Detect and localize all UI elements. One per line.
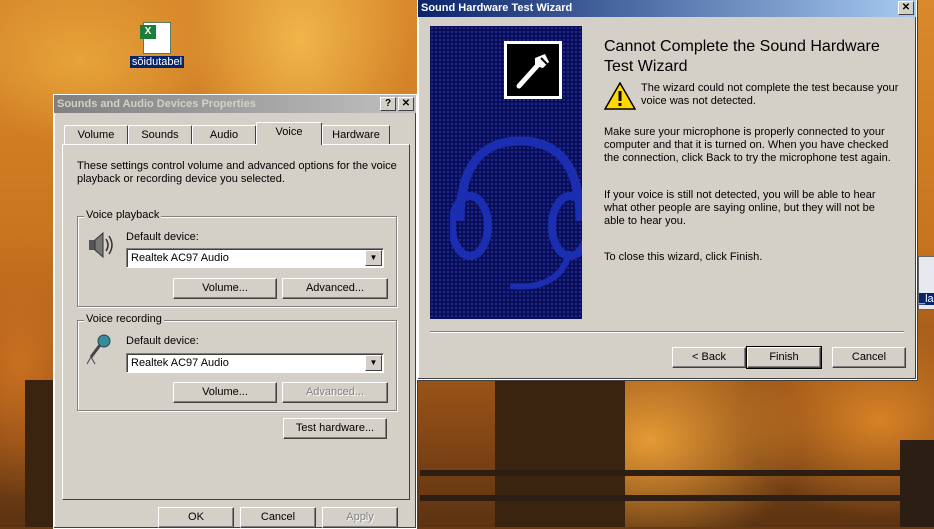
wizard-logo-inner [507,44,559,96]
partial-icon-label: _la [919,293,934,305]
wrench-icon [516,54,549,89]
recording-device-select[interactable]: Realtek AC97 Audio ▼ [126,353,384,373]
chevron-down-icon[interactable]: ▼ [365,355,382,371]
fence-post [900,440,934,527]
recording-volume-button[interactable]: Volume... [173,382,277,403]
button-label: < Back [692,351,726,363]
wizard-logo-frame [504,41,562,99]
desktop-icon-label: sõidutabel [129,56,185,68]
tree-trunk [495,380,625,527]
tab-label: Volume [77,129,115,141]
tab-label: Sounds [141,129,179,141]
tab-volume[interactable]: Volume [64,125,128,144]
sound-hardware-test-wizard-window: Sound Hardware Test Wizard ✕ Cannot Comp… [417,0,917,380]
wizard-close-note: To close this wizard, click Finish. [604,251,763,263]
button-label: Cancel [260,511,296,523]
voice-description: These settings control volume and advanc… [77,160,397,185]
chevron-down-icon[interactable]: ▼ [365,250,382,266]
playback-volume-button[interactable]: Volume... [173,278,277,299]
desktop-icon-soidutabel[interactable]: X sõidutabel [128,22,186,68]
fence-rail [420,470,934,476]
voice-playback-title: Voice playback [84,209,162,221]
button-label: Finish [769,351,799,363]
button-label: OK [188,511,204,523]
wizard-heading: Cannot Complete the Sound Hardware Test … [604,38,880,75]
finish-button[interactable]: Finish [746,346,822,369]
wizard-cancel-button[interactable]: Cancel [832,347,906,368]
recording-advanced-button[interactable]: Advanced... [282,382,388,403]
wizard-instructions: Make sure your microphone is properly co… [604,126,891,164]
button-label: Volume... [202,282,248,294]
fence-rail [420,495,934,501]
tree-trunk [25,380,53,527]
cancel-button[interactable]: Cancel [240,507,316,528]
playback-device-label: Default device: [126,231,199,243]
voice-tab-panel: These settings control volume and advanc… [62,144,410,500]
tab-strip: Volume Sounds Audio Voice Hardware [62,122,412,145]
button-label: Advanced... [305,386,365,398]
recording-device-label: Default device: [126,335,199,347]
tab-label: Audio [209,129,239,141]
button-label: Apply [346,511,374,523]
recording-device-value: Realtek AC97 Audio [131,357,229,369]
back-button[interactable]: < Back [672,347,746,368]
wizard-note: If your voice is still not detected, you… [604,189,876,227]
wizard-titlebar: Sound Hardware Test Wizard ✕ [418,0,916,17]
tab-voice[interactable]: Voice [256,122,322,145]
warning-icon [604,82,636,110]
tab-label: Voice [275,126,303,138]
playback-device-value: Realtek AC97 Audio [131,252,229,264]
wizard-divider [430,331,904,333]
tab-sounds[interactable]: Sounds [128,125,192,144]
excel-file-icon: X [140,22,171,54]
apply-button[interactable]: Apply [322,507,398,528]
close-button[interactable]: ✕ [898,1,914,15]
button-label: Volume... [202,386,248,398]
microphone-icon [86,334,111,365]
close-button[interactable]: ✕ [398,97,414,111]
wizard-warning-text: The wizard could not complete the test b… [641,82,899,107]
playback-advanced-button[interactable]: Advanced... [282,278,388,299]
wizard-side-banner [430,26,582,319]
sounds-titlebar: Sounds and Audio Devices Properties ? ✕ [54,95,416,113]
help-button[interactable]: ? [380,97,396,111]
headset-icon [450,136,582,290]
playback-device-select[interactable]: Realtek AC97 Audio ▼ [126,248,384,268]
partial-desktop-icon[interactable]: _la [918,256,934,310]
ok-button[interactable]: OK [158,507,234,528]
button-label: Test hardware... [295,422,375,434]
sounds-audio-properties-window: Sounds and Audio Devices Properties ? ✕ … [53,94,417,529]
tab-label: Hardware [332,129,380,141]
excel-badge: X [140,25,156,39]
button-label: Cancel [851,351,887,363]
tab-audio[interactable]: Audio [192,125,256,144]
voice-playback-group: Voice playback Default device: Realtek A… [77,209,397,307]
voice-recording-title: Voice recording [84,313,164,325]
voice-recording-group: Voice recording Default device: Realtek … [77,313,397,411]
button-label: Advanced... [305,282,365,294]
wizard-window-title: Sound Hardware Test Wizard [421,2,573,14]
speaker-icon [89,231,113,259]
sounds-window-title: Sounds and Audio Devices Properties [57,98,256,110]
tab-hardware[interactable]: Hardware [322,125,390,144]
test-hardware-button[interactable]: Test hardware... [283,418,387,439]
